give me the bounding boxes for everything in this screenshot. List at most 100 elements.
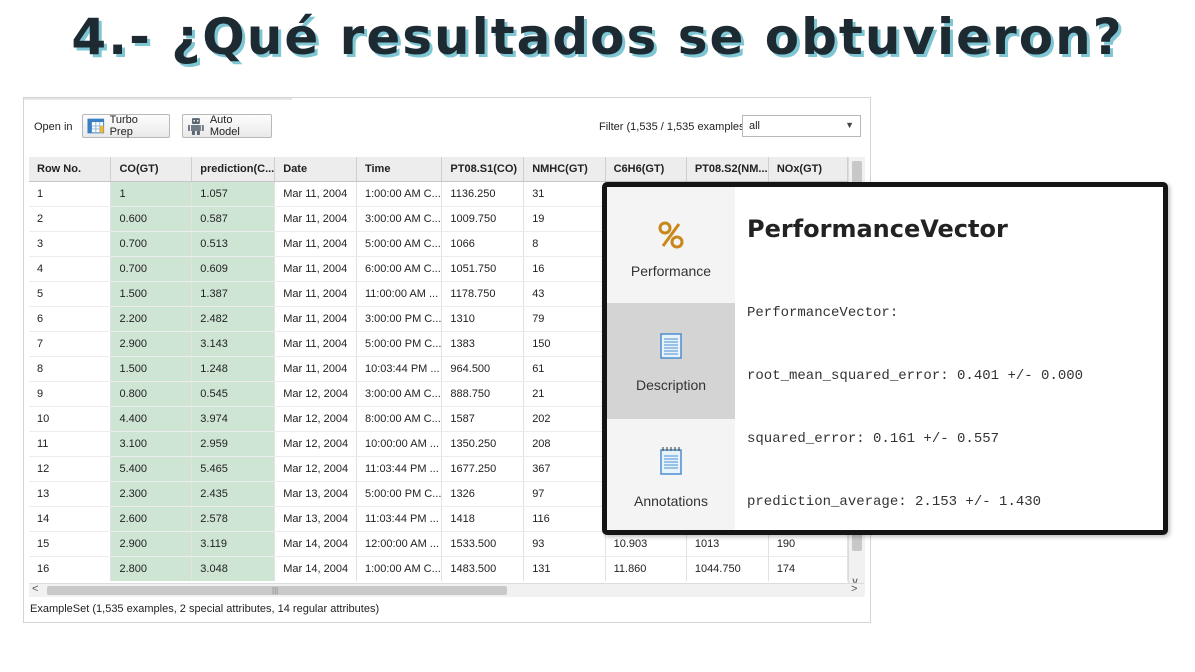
- document-icon: [660, 333, 682, 359]
- table-cell: 5:00:00 PM C...: [356, 331, 443, 357]
- tab-description[interactable]: Description: [607, 303, 735, 419]
- table-cell: 5.465: [191, 456, 276, 482]
- performance-lines: PerformanceVector: root_mean_squared_err…: [747, 261, 1083, 555]
- column-header[interactable]: C6H6(GT): [605, 157, 687, 182]
- table-cell: 3.048: [191, 556, 276, 581]
- table-cell: 10:00:00 AM ...: [356, 431, 443, 457]
- table-cell: 11:00:00 AM ...: [356, 281, 443, 307]
- table-cell: 0.545: [191, 381, 276, 407]
- table-cell: 9: [29, 381, 112, 407]
- column-header[interactable]: prediction(C...: [191, 157, 276, 182]
- table-cell: 1051.750: [441, 256, 525, 282]
- table-cell: 3.100: [110, 431, 193, 457]
- table-cell: Mar 14, 2004: [274, 556, 357, 581]
- tab-annotations[interactable]: Annotations: [607, 419, 735, 530]
- table-cell: 888.750: [441, 381, 525, 407]
- table-header-row: Row No. CO(GT) prediction(C... Date Time PT08…: [29, 157, 848, 182]
- auto-model-button[interactable]: Auto Model: [182, 114, 272, 138]
- table-cell: 1350.250: [441, 431, 525, 457]
- table-cell: 21: [523, 381, 606, 407]
- table-cell: Mar 12, 2004: [274, 456, 357, 482]
- table-cell: Mar 11, 2004: [274, 231, 357, 257]
- auto-model-label: Auto Model: [209, 114, 240, 138]
- table-cell: 6: [29, 306, 112, 332]
- tab-indicator: [24, 98, 292, 100]
- table-cell: Mar 12, 2004: [274, 406, 357, 432]
- table-cell: 0.800: [110, 381, 193, 407]
- scroll-left-icon[interactable]: <: [32, 583, 38, 595]
- turbo-prep-label: Turbo Prep: [109, 114, 138, 138]
- table-row[interactable]: 15 2.900 3.119 Mar 14, 2004 12:00:00 AM ... 1…: [29, 531, 848, 557]
- table-cell: 16: [29, 556, 112, 581]
- table-cell: 2.900: [110, 331, 193, 357]
- column-header[interactable]: PT08.S1(CO): [441, 157, 525, 182]
- table-cell: Mar 13, 2004: [274, 481, 357, 507]
- column-header[interactable]: Row No.: [29, 157, 112, 182]
- column-header[interactable]: Time: [356, 157, 443, 182]
- table-cell: 2.200: [110, 306, 193, 332]
- table-cell: 5:00:00 PM C...: [356, 481, 443, 507]
- table-cell: 10:03:44 PM ...: [356, 356, 443, 382]
- table-cell: Mar 11, 2004: [274, 306, 357, 332]
- table-cell: 10.903: [605, 531, 687, 557]
- performance-popup: Performance Description Annotations Perf…: [602, 182, 1168, 535]
- table-cell: 3:00:00 AM C...: [356, 381, 443, 407]
- table-cell: 1044.750: [686, 556, 769, 581]
- column-header[interactable]: NOx(GT): [768, 157, 848, 182]
- tab-description-label: Description: [635, 377, 707, 393]
- table-cell: 3.143: [191, 331, 276, 357]
- table-cell: Mar 11, 2004: [274, 256, 357, 282]
- table-cell: 11:03:44 PM ...: [356, 456, 443, 482]
- table-cell: 2.482: [191, 306, 276, 332]
- column-header[interactable]: NMHC(GT): [523, 157, 606, 182]
- table-cell: 15: [29, 531, 112, 557]
- table-row[interactable]: 16 2.800 3.048 Mar 14, 2004 1:00:00 AM C... 1…: [29, 556, 848, 581]
- table-cell: 0.513: [191, 231, 276, 257]
- table-cell: 1383: [441, 331, 525, 357]
- performance-line: root_mean_squared_error: 0.401 +/- 0.000: [747, 368, 1084, 384]
- table-cell: 3:00:00 PM C...: [356, 306, 443, 332]
- table-cell: 131: [523, 556, 606, 581]
- tab-performance[interactable]: Performance: [607, 187, 735, 303]
- table-cell: 6:00:00 AM C...: [356, 256, 443, 282]
- horizontal-scrollbar[interactable]: < ||| >: [29, 583, 864, 597]
- table-cell: 4.400: [110, 406, 193, 432]
- performance-line: prediction_average: 2.153 +/- 1.430: [747, 494, 1042, 510]
- filter-value: all: [749, 120, 761, 132]
- table-cell: 7: [29, 331, 112, 357]
- percent-icon: [658, 221, 684, 249]
- table-cell: 1.057: [191, 181, 276, 207]
- table-cell: 12:00:00 AM ...: [356, 531, 443, 557]
- column-header[interactable]: PT08.S2(NM...: [686, 157, 769, 182]
- table-cell: 2.578: [191, 506, 276, 532]
- table-cell: Mar 11, 2004: [274, 331, 357, 357]
- column-header[interactable]: Date: [274, 157, 357, 182]
- filter-select[interactable]: all ▼: [742, 115, 861, 137]
- table-cell: 5: [29, 281, 112, 307]
- table-cell: 8: [29, 356, 112, 382]
- toolbar: Open in Turbo Prep Auto Model Filter (1,…: [24, 112, 870, 142]
- table-cell: 1: [29, 181, 112, 207]
- table-cell: 1: [110, 181, 193, 207]
- table-cell: 43: [523, 281, 606, 307]
- scroll-right-icon[interactable]: >: [851, 583, 857, 595]
- table-cell: 208: [523, 431, 606, 457]
- table-cell: 11.860: [605, 556, 687, 581]
- table-cell: 79: [523, 306, 606, 332]
- turbo-prep-button[interactable]: Turbo Prep: [82, 114, 170, 138]
- table-cell: 150: [523, 331, 606, 357]
- performance-line: squared_error: 0.161 +/- 0.557: [747, 431, 1000, 447]
- column-header[interactable]: CO(GT): [110, 157, 193, 182]
- table-cell: 0.700: [110, 256, 193, 282]
- table-cell: 1:00:00 AM C...: [356, 181, 443, 207]
- table-cell: 93: [523, 531, 606, 557]
- table-cell: 1310: [441, 306, 525, 332]
- table-cell: 174: [768, 556, 848, 581]
- table-cell: 0.700: [110, 231, 193, 257]
- table-cell: 16: [523, 256, 606, 282]
- table-cell: Mar 11, 2004: [274, 206, 357, 232]
- performance-line: PerformanceVector:: [747, 305, 899, 321]
- table-cell: 12: [29, 456, 112, 482]
- table-cell: 0.587: [191, 206, 276, 232]
- table-cell: Mar 11, 2004: [274, 281, 357, 307]
